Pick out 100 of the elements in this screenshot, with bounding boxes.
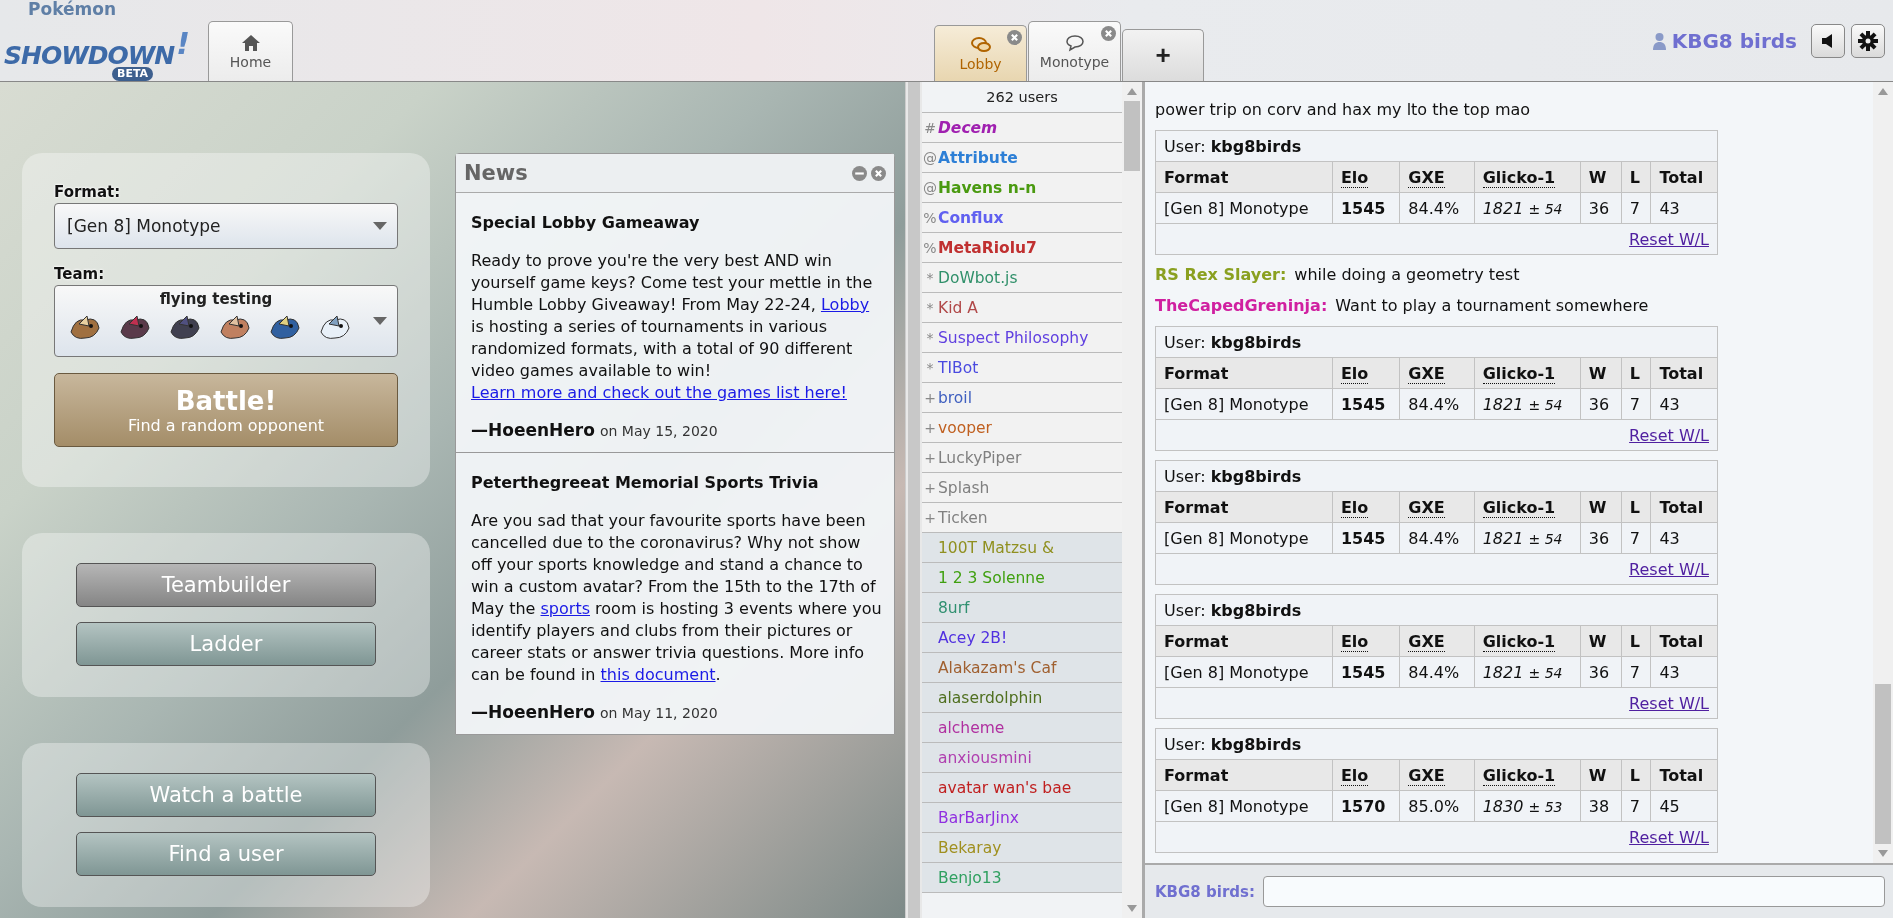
scroll-up-icon[interactable] [1127,88,1137,95]
scrollbar-thumb[interactable] [1124,101,1140,171]
user-row[interactable]: alcheme [922,713,1122,743]
table-cell: 7 [1621,790,1651,822]
user-row[interactable]: Acey 2B! [922,623,1122,653]
reset-link[interactable]: Reset W/L [1629,229,1709,249]
user-name: Kid A [938,298,978,317]
speech-bubble-icon [1064,33,1085,52]
reset-link[interactable]: Reset W/L [1629,425,1709,445]
news-link[interactable]: Learn more and check out the games list here! [471,383,847,402]
column-header: GXE [1408,497,1445,518]
rank-symbol: @ [922,149,938,166]
column-header: Glicko-1 [1482,167,1556,188]
tab[interactable]: Monotype [1028,21,1121,81]
dropdown-caret-icon [373,222,387,230]
chat-username[interactable]: RS Rex Slayer: [1155,265,1287,284]
column-header: GXE [1408,765,1445,786]
column-header: Glicko-1 [1482,765,1556,786]
column-header: Elo [1340,631,1369,652]
rank-symbol: + [923,449,937,466]
table-cell: 1545 [1332,192,1400,224]
chat-message: power trip on corv and hax my lto the top mao [1155,99,1532,121]
rank-symbol: + [923,389,937,406]
battle-button[interactable]: Battle! Find a random opponent [54,373,398,447]
team-select[interactable]: flying testing [54,285,398,357]
username[interactable]: KBG8 birds [1652,28,1797,53]
settings-button[interactable] [1851,23,1885,58]
table-cell: 85.0% [1399,790,1475,822]
scrollbar[interactable] [1873,82,1893,863]
user-row[interactable]: 100T Matzsu & [922,533,1122,563]
user-row[interactable]: Benjo13 [922,863,1122,893]
column-header: Format [1155,759,1333,791]
user-row[interactable]: 1 2 3 Solenne [922,563,1122,593]
format-select[interactable]: [Gen 8] Monotype [54,203,398,249]
news-text: Are you sad that your favourite sports have been cancelled due to the coronavirus? Why not show off your sports knowledge and stand a chance to win a custom avatar? From the 15th to the 17th of May the sports room is hosting 3 events where you identify players and clubs from their pictures or career stats or answer trivia questions. More info can be found in this document. [471,510,882,686]
user-row[interactable]: alaserdolphin [922,683,1122,713]
tab[interactable]: Lobby [934,25,1027,81]
user-name: Decem [938,118,998,137]
column-header: Elo [1340,765,1369,786]
menu-button[interactable]: Watch a battle [76,773,376,817]
table-cell: 1830 ± 53 [1474,790,1581,822]
user-row[interactable]: Bekaray [922,833,1122,863]
input-label: KBG8 birds: [1155,882,1255,901]
news-title: Peterthegreeat Memorial Sports Trivia [471,473,820,492]
volume-button[interactable] [1811,23,1845,58]
user-row[interactable]: avatar wan's bae [922,773,1122,803]
close-icon[interactable] [871,165,886,181]
user-name: avatar wan's bae [938,778,1072,797]
column-header: Glicko-1 [1482,631,1556,652]
message-input[interactable] [1262,876,1885,907]
news-link[interactable]: this document [600,665,716,684]
user-name: 8urf [938,598,970,617]
scroll-down-icon[interactable] [1878,850,1888,857]
chat-message: Want to play a tournament somewhere [1335,296,1649,315]
close-icon[interactable] [1007,30,1022,45]
new-tab-button[interactable]: + [1122,29,1204,81]
reset-link[interactable]: Reset W/L [1629,693,1709,713]
column-header: Format [1155,625,1333,657]
chat-bubbles-icon [970,35,991,54]
scrollbar-thumb[interactable] [1875,684,1891,844]
scrollbar[interactable] [1122,82,1142,918]
minimize-icon[interactable] [852,165,867,181]
rank-symbol: % [922,239,938,256]
menu-button[interactable]: Ladder [76,622,376,666]
user-row[interactable]: 8urf [922,593,1122,623]
reset-link[interactable]: Reset W/L [1629,827,1709,847]
field-label: Format: [54,183,122,201]
chat-username[interactable]: TheCapedGreninja: [1155,296,1328,315]
table-cell: 1821 ± 54 [1474,522,1581,554]
news-author: —HoeenHero [471,420,595,440]
close-icon[interactable] [1101,26,1116,41]
scroll-down-icon[interactable] [1127,905,1137,912]
table-cell: 38 [1580,790,1622,822]
user-row[interactable]: anxiousmini [922,743,1122,773]
field-label: Team: [54,265,106,283]
table-cell: 1570 [1332,790,1400,822]
column-header: Total [1650,759,1718,791]
user-name: MetaRiolu7 [938,238,1037,257]
table-cell: [Gen 8] Monotype [1155,522,1333,554]
menu-button[interactable]: Teambuilder [76,563,376,607]
news-date: on May 11, 2020 [600,705,718,721]
menu-button[interactable]: Find a user [76,832,376,876]
user-row[interactable]: Alakazam's Caf [922,653,1122,683]
settings-icon [1858,30,1878,51]
news-link[interactable]: sports [540,599,590,618]
user-name: Benjo13 [938,868,1002,887]
user-icon [1652,31,1666,50]
table-cell: 7 [1621,388,1651,420]
table-cell: 36 [1580,522,1622,554]
table-cell: [Gen 8] Monotype [1155,656,1333,688]
table-cell: User: kbg8birds [1155,594,1718,626]
tab[interactable]: Home [208,21,293,81]
rank-symbol: + [923,479,937,496]
scroll-up-icon[interactable] [1878,88,1888,95]
news-link[interactable]: Lobby [820,295,870,314]
reset-link[interactable]: Reset W/L [1629,559,1709,579]
table-cell: 84.4% [1399,388,1475,420]
user-row[interactable]: BarBarJinx [922,803,1122,833]
table-cell: 36 [1580,656,1622,688]
table-cell: 84.4% [1399,656,1475,688]
